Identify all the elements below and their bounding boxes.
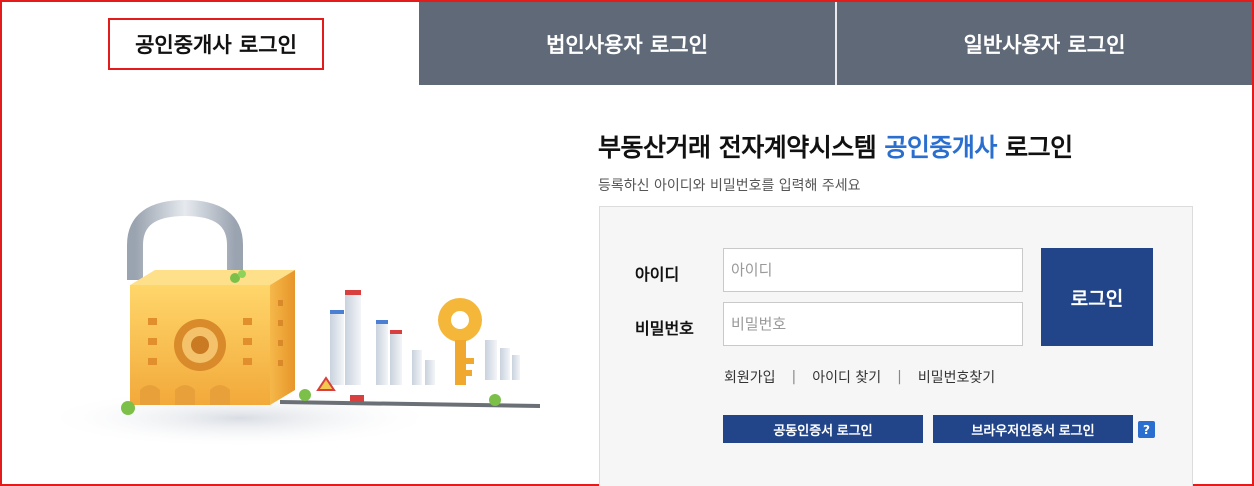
login-button[interactable]: 로그인 xyxy=(1041,248,1153,346)
tab-realtor-label: 공인중개사 로그인 xyxy=(108,18,324,70)
page-subtitle: 등록하신 아이디와 비밀번호를 입력해 주세요 xyxy=(598,178,861,194)
link-separator: | xyxy=(791,369,797,385)
page-title: 부동산거래 전자계약시스템 공인중개사 로그인 xyxy=(598,133,1073,162)
link-separator: | xyxy=(897,369,902,385)
tab-general-login[interactable]: 일반사용자 로그인 xyxy=(837,2,1252,85)
title-highlight: 공인중개사 xyxy=(884,133,997,162)
find-id-link[interactable]: 아이디 찾기 xyxy=(812,367,881,387)
id-input[interactable] xyxy=(723,248,1023,292)
login-type-tabs: 공인중개사 로그인 법인사용자 로그인 일반사용자 로그인 xyxy=(2,2,1252,85)
browser-certificate-login-button[interactable]: 브라우저인증서 로그인 xyxy=(933,415,1133,443)
password-label: 비밀번호 xyxy=(635,319,694,338)
find-password-link[interactable]: 비밀번호찾기 xyxy=(918,367,995,387)
id-label: 아이디 xyxy=(635,265,680,284)
signup-link[interactable]: 회원가입 xyxy=(724,367,776,387)
tab-realtor-login[interactable]: 공인중개사 로그인 xyxy=(2,2,419,85)
account-links: 회원가입 | 아이디 찾기 | 비밀번호찾기 xyxy=(724,367,995,387)
tab-general-label: 일반사용자 로그인 xyxy=(963,32,1126,57)
password-input[interactable] xyxy=(723,302,1023,346)
joint-certificate-login-button[interactable]: 공동인증서 로그인 xyxy=(723,415,923,443)
tab-corporate-label: 법인사용자 로그인 xyxy=(546,32,708,57)
help-icon[interactable]: ? xyxy=(1138,421,1155,438)
tab-corporate-login[interactable]: 법인사용자 로그인 xyxy=(419,2,837,85)
lock-city-illustration xyxy=(40,199,540,448)
